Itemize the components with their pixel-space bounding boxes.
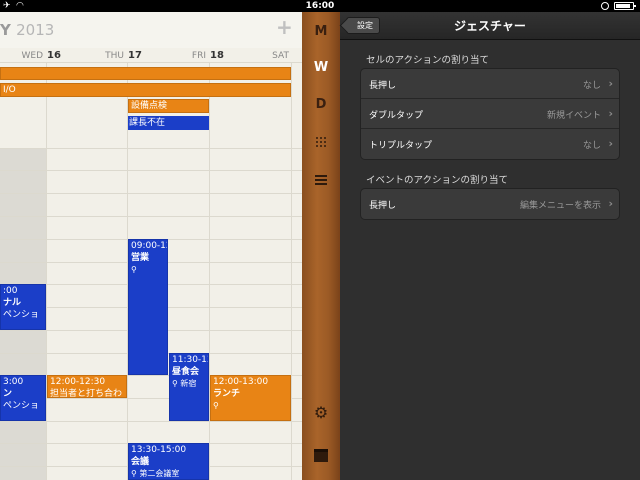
- event-detail: ペンショ: [3, 310, 40, 320]
- event-time: 09:00-12: [131, 241, 168, 251]
- event-location: 新宿: [180, 379, 197, 388]
- row-double-tap[interactable]: ダブルタップ 新規イベント ›: [361, 99, 619, 129]
- day-number: 18: [210, 50, 224, 61]
- chevron-right-icon: ›: [608, 197, 613, 210]
- event-lunch[interactable]: 12:00-13:00 ランチ ⚲: [210, 375, 291, 421]
- event-title: ランチ: [213, 389, 241, 399]
- event-tanto-uchiawase[interactable]: 12:00-12:30 担当者と打ち合わ: [47, 375, 127, 398]
- settings-navbar: 設定 ジェスチャー: [340, 12, 640, 40]
- section-header-event-actions: イベントのアクションの割り当て: [366, 175, 509, 186]
- row-value: 編集メニューを表示: [519, 201, 601, 211]
- chevron-right-icon: ›: [608, 77, 613, 90]
- day-header-wed[interactable]: WED: [0, 50, 46, 62]
- allday-event[interactable]: [0, 67, 291, 80]
- week-calendar[interactable]: Y 2013 + WED 16 THU 17 FRI 18 SAT I/O 設備…: [0, 12, 302, 480]
- event-setsubi[interactable]: 設備点検: [128, 99, 209, 113]
- status-bar: ✈ ◠ 16:00: [0, 0, 640, 12]
- event-title: 会議: [131, 457, 150, 467]
- event-time: 11:30-13: [172, 355, 209, 365]
- day-of-week: FRI: [191, 51, 206, 61]
- view-switcher-toolbar: M W D ⚙: [302, 12, 340, 480]
- event-actions-group: 長押し 編集メニューを表示 ›: [360, 188, 620, 220]
- event-title: ナル: [3, 298, 22, 308]
- section-header-cell-actions: セルのアクションの割り当て: [366, 55, 490, 66]
- event-title: 昼食会: [172, 367, 200, 377]
- calendar-title-month: Y: [0, 21, 11, 39]
- day-of-week: THU: [105, 51, 124, 61]
- row-event-long-press[interactable]: 長押し 編集メニューを表示 ›: [361, 189, 619, 219]
- gear-icon: ⚙: [313, 403, 329, 422]
- day-of-week: SAT: [272, 51, 289, 61]
- row-value: なし: [582, 141, 601, 151]
- event-time: 13:30-15:00: [131, 445, 187, 455]
- cell-actions-group: 長押し なし › ダブルタップ 新規イベント › トリプルタップ なし ›: [360, 68, 620, 160]
- event-detail: ペンショ: [3, 401, 40, 411]
- location-pin-icon: ⚲: [131, 265, 137, 274]
- grid-view-button[interactable]: [302, 134, 340, 152]
- grid-row-line: [0, 62, 302, 63]
- calendar-title-year: 2013: [16, 21, 55, 39]
- event-kaigi[interactable]: 13:30-15:00 会議 ⚲ 第二会議室: [128, 443, 209, 480]
- event-time: 12:00-13:00: [213, 377, 269, 387]
- list-view-button[interactable]: [302, 171, 340, 189]
- event-left-2[interactable]: 3:00 ン ペンショ: [0, 375, 46, 421]
- battery-icon: [614, 2, 636, 10]
- day-number: 17: [128, 50, 142, 61]
- rotation-lock-icon: [601, 2, 609, 10]
- day-header-sat[interactable]: 18 SAT: [210, 50, 292, 62]
- location-pin-icon: ⚲: [213, 401, 219, 410]
- day-header-fri[interactable]: 17 FRI: [128, 50, 209, 62]
- row-label: 長押し: [369, 81, 397, 91]
- event-title: 営業: [131, 253, 150, 263]
- allday-event-io[interactable]: I/O: [0, 83, 291, 97]
- tab-week[interactable]: W: [302, 58, 340, 78]
- chevron-right-icon: ›: [608, 107, 613, 120]
- event-time: :00: [3, 286, 18, 296]
- chevron-right-icon: ›: [608, 137, 613, 150]
- status-time: 16:00: [305, 1, 335, 11]
- event-title: 担当者と打ち合わ: [50, 389, 123, 398]
- event-kacho-fuzai[interactable]: 課長不在: [128, 116, 209, 130]
- location-pin-icon: ⚲ 新宿: [172, 379, 197, 388]
- event-left-1[interactable]: :00 ナル ペンショ: [0, 284, 46, 330]
- row-label: 長押し: [369, 201, 397, 211]
- page-title: ジェスチャー: [454, 19, 526, 33]
- grid-row-line: [0, 148, 302, 149]
- grid-column-line: [46, 62, 47, 480]
- day-of-week: WED: [21, 51, 43, 61]
- row-label: トリプルタップ: [369, 141, 433, 151]
- event-title: 課長不在: [129, 117, 208, 129]
- grid-row-line: [0, 216, 302, 217]
- location-pin-icon: ⚲ 第二会議室: [131, 469, 180, 478]
- event-location: 第二会議室: [139, 469, 180, 478]
- row-label: ダブルタップ: [369, 111, 424, 121]
- event-chushokukai[interactable]: 11:30-13 昼食会 ⚲ 新宿: [169, 353, 209, 421]
- day-number: 16: [47, 50, 61, 61]
- tab-day[interactable]: D: [302, 95, 340, 115]
- event-title: ン: [3, 389, 13, 399]
- row-value: 新規イベント: [546, 111, 601, 121]
- calendar-picker-button[interactable]: [302, 448, 340, 466]
- calendar-title: Y 2013: [0, 21, 54, 39]
- tab-month[interactable]: M: [302, 22, 340, 42]
- grid-row-line: [0, 421, 302, 422]
- calendar-icon: [314, 449, 328, 462]
- list-icon: [315, 175, 327, 185]
- grid-column-line: [291, 62, 292, 480]
- grid-row-line: [0, 170, 302, 171]
- grid-icon: [315, 136, 327, 148]
- grid-row-line: [0, 193, 302, 194]
- row-long-press[interactable]: 長押し なし ›: [361, 69, 619, 99]
- settings-button[interactable]: ⚙: [302, 404, 340, 422]
- day-header-thu[interactable]: 16 THU: [47, 50, 127, 62]
- row-triple-tap[interactable]: トリプルタップ なし ›: [361, 129, 619, 159]
- event-eigyo[interactable]: 09:00-12 営業 ⚲: [128, 239, 168, 375]
- calendar-header: Y 2013 +: [0, 12, 302, 48]
- event-time: 3:00: [3, 377, 24, 387]
- row-value: なし: [582, 81, 601, 91]
- add-event-button[interactable]: +: [276, 17, 293, 37]
- app-root: ✈ ◠ 16:00 Y 2013 + WED 16 THU 17 FRI 18 …: [0, 0, 640, 480]
- event-time: 12:00-12:30: [50, 377, 106, 387]
- gesture-settings-panel: 設定 ジェスチャー セルのアクションの割り当て 長押し なし › ダブルタップ …: [340, 12, 640, 480]
